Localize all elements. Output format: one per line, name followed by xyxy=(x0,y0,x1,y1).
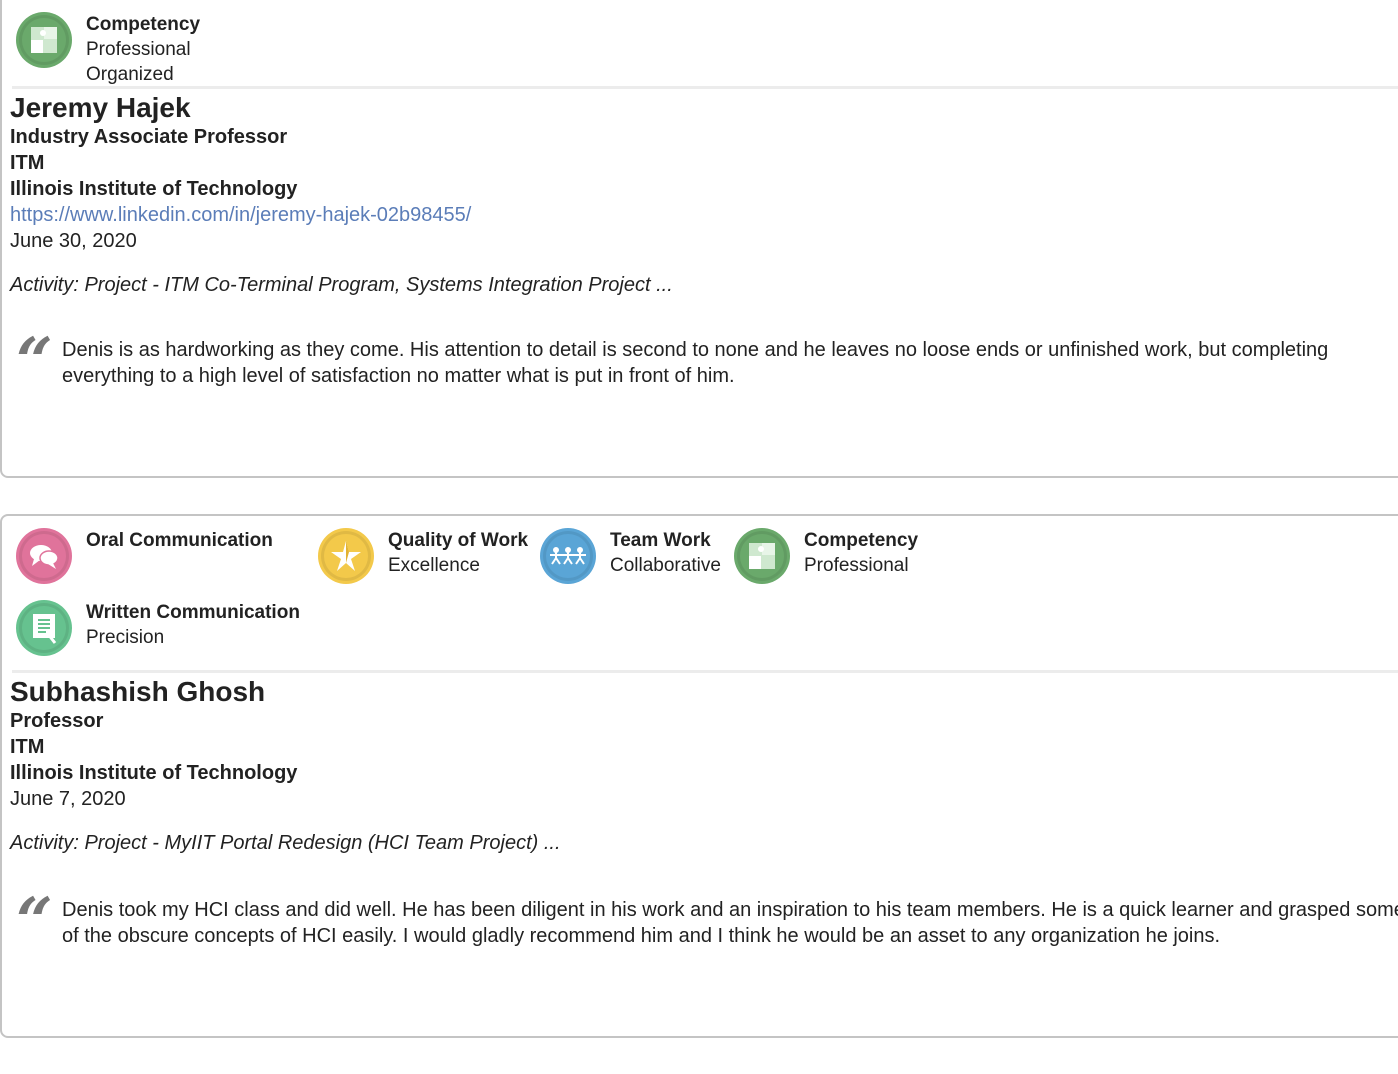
recommendation-quote: “ Denis took my HCI class and did well. … xyxy=(16,884,1398,959)
badge-title: Written Communication xyxy=(86,602,300,623)
recommender-position: Professor xyxy=(10,710,104,732)
recommender-name: Jeremy Hajek xyxy=(10,92,191,123)
recommendation-date: June 30, 2020 xyxy=(10,230,137,252)
badge-subtitle: Collaborative xyxy=(610,555,721,576)
badge-subtitle: Professional xyxy=(86,39,191,60)
recommender-info: Subhashish Ghosh Professor ITM Illinois … xyxy=(10,676,1398,856)
badge-subtitle: Precision xyxy=(86,627,165,648)
recommender-info: Jeremy Hajek Industry Associate Professo… xyxy=(10,92,1398,298)
puzzle-icon xyxy=(16,12,72,68)
badge-team-work: Team Work Collaborative xyxy=(540,528,721,584)
people-icon xyxy=(540,528,596,584)
divider xyxy=(12,86,1398,89)
badge-title: Competency xyxy=(86,14,201,35)
recommender-department: ITM xyxy=(10,152,45,174)
recommendation-date: June 7, 2020 xyxy=(10,788,126,810)
badge-subtitle: Excellence xyxy=(388,555,480,576)
recommender-department: ITM xyxy=(10,736,45,758)
badge-quality-of-work: Quality of Work Excellence xyxy=(318,528,528,584)
linkedin-link[interactable]: https://www.linkedin.com/in/jeremy-hajek… xyxy=(10,202,1398,228)
badge-competency: Competency Professional Organized xyxy=(16,12,200,87)
divider xyxy=(12,670,1398,673)
badge-title: Quality of Work xyxy=(388,530,529,551)
recommender-institution: Illinois Institute of Technology xyxy=(10,178,298,200)
badge-title: Competency xyxy=(804,530,919,551)
recommendation-quote: “ Denis is as hardworking as they come. … xyxy=(16,324,1398,399)
puzzle-icon xyxy=(734,528,790,584)
recommendation-card: Oral Communication Quality of Work Excel… xyxy=(0,514,1398,1038)
recommender-name: Subhashish Ghosh xyxy=(10,676,266,707)
badge-oral-communication: Oral Communication xyxy=(16,528,273,584)
badge-competency: Competency Professional xyxy=(734,528,918,584)
quote-icon: “ xyxy=(16,884,53,959)
document-icon xyxy=(16,600,72,656)
badge-subtitle: Organized xyxy=(86,64,174,85)
activity-text: Activity: Project - MyIIT Portal Redesig… xyxy=(10,832,561,854)
activity-text: Activity: Project - ITM Co-Terminal Prog… xyxy=(10,274,673,296)
star-icon xyxy=(318,528,374,584)
quote-icon: “ xyxy=(16,324,53,399)
quote-text: Denis is as hardworking as they come. Hi… xyxy=(62,339,1329,387)
recommender-position: Industry Associate Professor xyxy=(10,126,288,148)
recommendation-card: Competency Professional Organized Jeremy… xyxy=(0,0,1398,478)
quote-text: Denis took my HCI class and did well. He… xyxy=(62,899,1398,947)
speech-bubbles-icon xyxy=(16,528,72,584)
badge-written-communication: Written Communication Precision xyxy=(16,600,300,656)
recommender-institution: Illinois Institute of Technology xyxy=(10,762,298,784)
badge-title: Oral Communication xyxy=(86,530,273,551)
badge-subtitle: Professional xyxy=(804,555,909,576)
badge-title: Team Work xyxy=(610,530,711,551)
